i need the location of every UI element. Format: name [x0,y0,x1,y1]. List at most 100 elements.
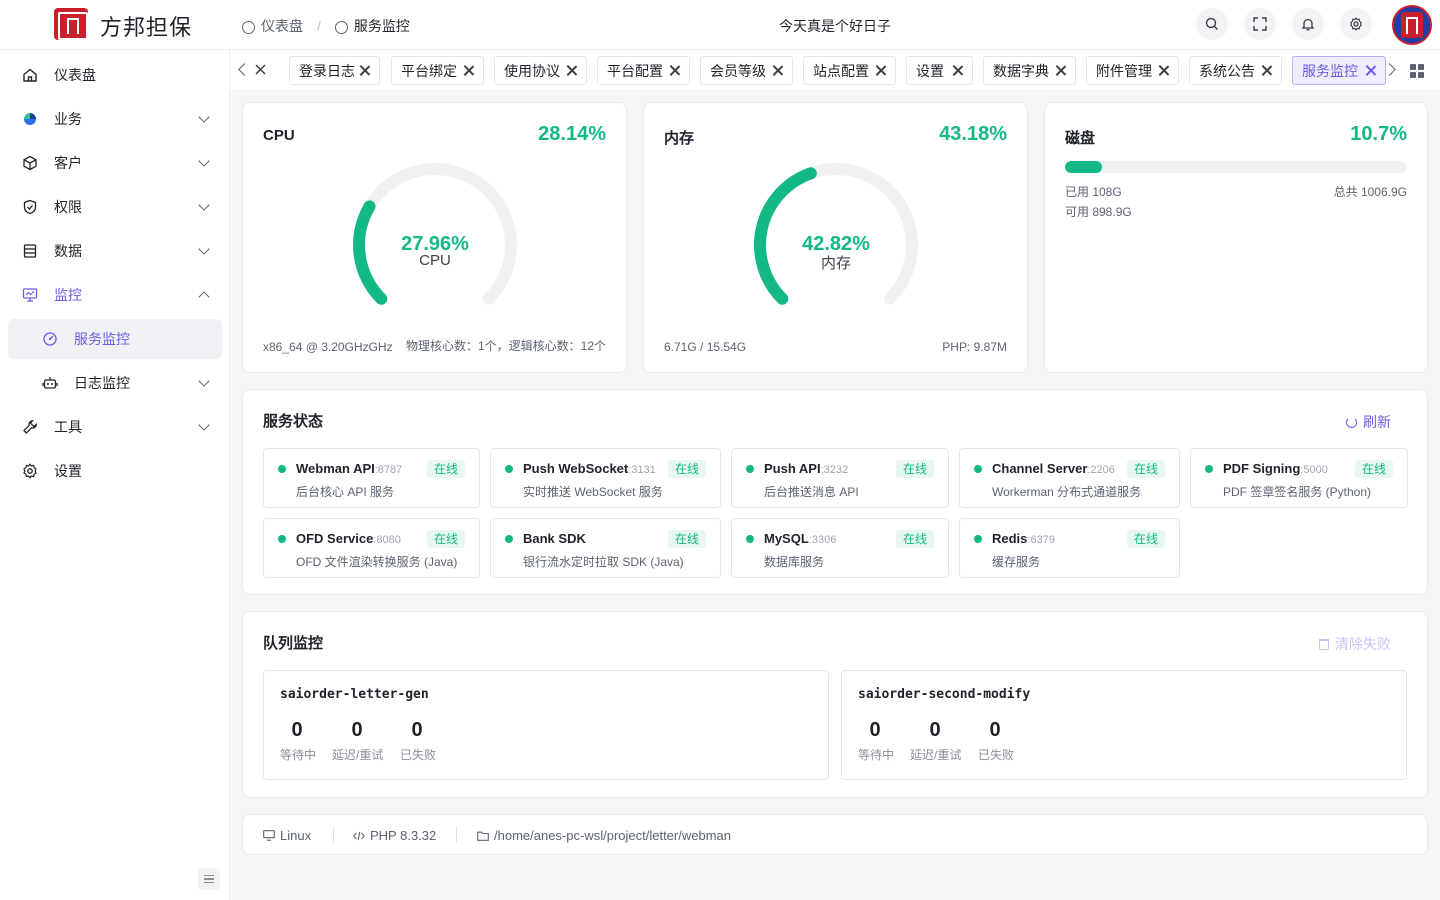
divider [456,827,457,843]
service-desc: 数据库服务 [764,555,825,569]
queue-card: saiorder-second-modify 0 等待中 0 延迟/重试 0 已失败 [841,670,1407,780]
close-icon[interactable] [359,65,370,76]
sidebar-item-monitoring[interactable]: 监控 [8,275,222,315]
sidebar: 仪表盘 业务 客户 权限 数据 监控 服务监控 日志监控 工具 设置 [0,50,230,900]
env-os-text: Linux [280,828,312,843]
tab-settings[interactable]: 设置 [906,56,973,85]
chevron-down-icon [198,375,210,387]
queues-title: 队列监控 [263,635,324,652]
monitor-icon [263,830,275,841]
close-icon[interactable] [875,65,886,76]
queue-stat-failed: 0 已失败 [400,719,437,763]
queue-stat-delayed: 0 延迟/重试 [332,719,384,763]
tab-label: 数据字典 [993,62,1049,79]
brand-name: 方邦担保 [100,15,193,40]
close-all-tabs-button[interactable] [254,63,267,76]
business-icon [22,111,38,127]
service-card[interactable]: Push API:3232 后台推送消息 API 在线 [731,448,949,508]
service-port: :6379 [1027,534,1055,546]
close-icon[interactable] [1055,65,1066,76]
close-icon[interactable] [1365,65,1376,76]
status-badge: 在线 [426,530,465,548]
close-icon[interactable] [1158,65,1169,76]
tab-platform-config[interactable]: 平台配置 [597,56,690,85]
stat-label: 已失败 [400,748,437,762]
close-icon[interactable] [952,65,963,76]
sidebar-item-label: 权限 [54,199,82,215]
tab-data-dictionary[interactable]: 数据字典 [983,56,1076,85]
sidebar-item-business[interactable]: 业务 [8,99,222,139]
sidebar-item-customers[interactable]: 客户 [8,143,222,183]
service-card[interactable]: Webman API:8787 后台核心 API 服务 在线 [263,448,480,508]
service-name: MySQL:3306 [764,531,836,546]
dashboard-icon [42,331,58,347]
service-card[interactable]: Bank SDK 银行流水定时拉取 SDK (Java) 在线 [490,518,721,578]
cpu-percent: 28.14% [538,123,606,145]
close-icon[interactable] [566,65,577,76]
stat-label: 延迟/重试 [332,748,384,762]
sidebar-item-data[interactable]: 数据 [8,231,222,271]
sidebar-item-label: 工具 [54,419,82,435]
sidebar-item-permissions[interactable]: 权限 [8,187,222,227]
service-card[interactable]: MySQL:3306 数据库服务 在线 [731,518,949,578]
tabs-scroll-left-icon[interactable] [238,63,251,76]
stat-label: 等待中 [280,748,317,762]
service-card[interactable]: Channel Server:2206 Workerman 分布式通道服务 在线 [959,448,1180,508]
service-port: :3306 [808,534,837,546]
status-badge: 在线 [426,460,465,478]
tab-agreement[interactable]: 使用协议 [494,56,587,85]
tab-label: 平台绑定 [401,62,457,79]
chevron-down-icon [198,199,210,211]
service-card[interactable]: PDF Signing:5000 PDF 签章签名服务 (Python) 在线 [1190,448,1408,508]
refresh-label: 刷新 [1363,414,1391,430]
service-name-text: OFD Service [296,531,374,546]
sidebar-item-settings[interactable]: 设置 [8,451,222,491]
service-card[interactable]: OFD Service:8080 OFD 文件渲染转换服务 (Java) 在线 [263,518,480,578]
tab-announcements[interactable]: 系统公告 [1189,56,1282,85]
sidebar-item-log-monitor[interactable]: 日志监控 [8,363,222,403]
tab-service-monitor[interactable]: 服务监控 [1292,56,1386,85]
brand-logo[interactable] [54,8,88,40]
status-dot [278,535,286,543]
sidebar-collapse-button[interactable] [198,868,220,890]
clear-failed-button[interactable]: 清除失败 [1319,634,1391,654]
close-icon[interactable] [463,65,474,76]
sidebar-item-dashboard[interactable]: 仪表盘 [8,55,222,95]
gear-icon [1350,17,1362,31]
service-name: Bank SDK [523,531,586,546]
service-card[interactable]: Push WebSocket:3131 实时推送 WebSocket 服务 在线 [490,448,721,508]
refresh-button[interactable]: 刷新 [1346,412,1391,432]
sidebar-item-tools[interactable]: 工具 [8,407,222,447]
notification-button[interactable] [1292,8,1324,40]
tab-attachments[interactable]: 附件管理 [1086,56,1179,85]
tab-site-config[interactable]: 站点配置 [803,56,896,85]
service-port: :5000 [1300,464,1328,476]
environment-bar: Linux PHP 8.3.32 /home/anes-pc-wsl/proje… [242,814,1428,855]
sidebar-item-service-monitor[interactable]: 服务监控 [8,319,222,359]
service-card[interactable]: Redis:6379 缓存服务 在线 [959,518,1180,578]
search-button[interactable] [1196,8,1228,40]
fullscreen-icon [1253,17,1267,31]
memory-gauge-label: 内存 [820,255,851,272]
tabs-menu-grid-icon[interactable] [1410,64,1424,78]
settings-button[interactable] [1340,8,1372,40]
cpu-title: CPU [263,127,295,144]
breadcrumb-dashboard[interactable]: 仪表盘 [261,16,303,36]
close-icon[interactable] [1261,65,1272,76]
service-desc: PDF 签章签名服务 (Python) [1223,485,1372,499]
queues-card: 队列监控 清除失败 saiorder-letter-gen 0 等待中 0 延迟/重… [242,611,1428,798]
fullscreen-button[interactable] [1244,8,1276,40]
sidebar-item-label: 设置 [54,463,82,479]
tab-login-log[interactable]: 登录日志 [289,56,380,85]
queue-name: saiorder-second-modify [858,687,1031,702]
wrench-icon [22,419,38,435]
disk-progress-fill [1065,161,1102,173]
tab-label: 系统公告 [1199,62,1255,79]
code-icon [353,831,365,840]
tab-member-level[interactable]: 会员等级 [700,56,793,85]
queue-stat-waiting: 0 等待中 [858,719,894,763]
tab-platform-binding[interactable]: 平台绑定 [391,56,484,85]
close-icon[interactable] [669,65,680,76]
user-avatar[interactable] [1392,5,1432,45]
close-icon[interactable] [772,65,783,76]
